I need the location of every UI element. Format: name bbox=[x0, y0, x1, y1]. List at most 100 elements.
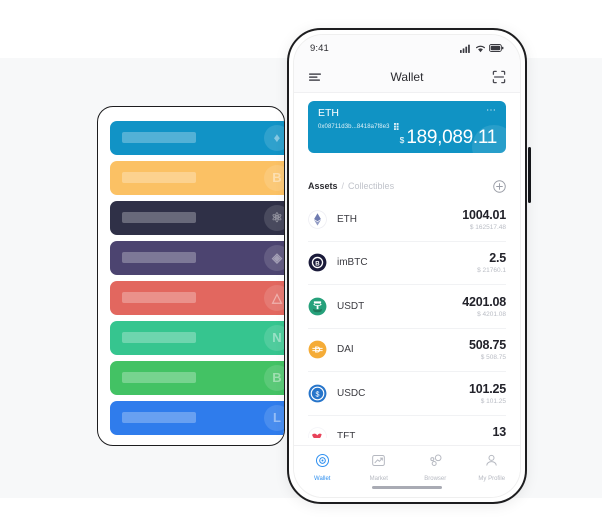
tab-wallet[interactable]: Wallet bbox=[294, 453, 351, 482]
bitcoin-logo: B bbox=[264, 165, 284, 191]
asset-list[interactable]: ETH 1004.01 $ 162517.48 BimBTC 2.5 $ 21760.1 U… bbox=[308, 198, 506, 438]
add-asset-icon[interactable] bbox=[493, 179, 506, 193]
asset-row[interactable]: BimBTC 2.5 $ 21760.1 bbox=[308, 242, 506, 285]
hamburger-menu-icon[interactable] bbox=[308, 70, 322, 84]
home-indicator bbox=[372, 485, 442, 489]
stack-card[interactable]: ◈ bbox=[110, 241, 284, 275]
card-stack-list: ♦ B ⚛ ◈ △ N B L bbox=[110, 121, 284, 441]
stack-card[interactable]: B bbox=[110, 361, 284, 395]
ethereum-logo: ♦ bbox=[264, 125, 284, 151]
wallet-icon bbox=[315, 453, 330, 473]
stack-card-placeholder-bar bbox=[122, 332, 196, 343]
assets-tabs-row: Assets / Collectibles bbox=[308, 175, 506, 197]
more-options-icon[interactable]: ⋯ bbox=[486, 106, 497, 116]
asset-row[interactable]: USDT 4201.08 $ 4201.08 bbox=[308, 285, 506, 329]
asset-symbol: DAI bbox=[337, 344, 354, 356]
asset-amount: 101.25 bbox=[468, 381, 506, 396]
browser-icon bbox=[428, 453, 443, 473]
bottom-tab-bar: Wallet Market Browser My Profile bbox=[294, 445, 520, 497]
asset-amount: 1004.01 bbox=[462, 207, 506, 222]
scan-qr-icon[interactable] bbox=[492, 70, 506, 84]
asset-values: 2.5 $ 21760.1 bbox=[477, 251, 506, 274]
wallet-balance-card[interactable]: ETH 0x08711d3b...8418a7f8e3 ⋯ $ 189,089.… bbox=[308, 101, 506, 153]
stack-card-placeholder-bar bbox=[122, 252, 196, 263]
dai-icon: D bbox=[308, 340, 327, 359]
stack-card-placeholder-bar bbox=[122, 172, 196, 183]
tab-assets[interactable]: Assets bbox=[308, 181, 338, 191]
eth-icon bbox=[308, 209, 327, 229]
page-title: Wallet bbox=[390, 69, 424, 84]
tab-browser[interactable]: Browser bbox=[407, 453, 464, 482]
stack-card[interactable]: B bbox=[110, 161, 284, 195]
asset-amount: 508.75 bbox=[468, 338, 506, 353]
tron-logo: △ bbox=[264, 285, 284, 311]
asset-fiat-value: $ 21760.1 bbox=[477, 267, 506, 275]
stack-card[interactable]: ⚛ bbox=[110, 201, 284, 235]
stack-card[interactable]: ♦ bbox=[110, 121, 284, 155]
asset-row[interactable]: D DAI 508.75$ 508.75 bbox=[308, 329, 506, 372]
phone-frame: 9:41 Wallet ETH 0x08711d3b...8418a7f8e3 … bbox=[287, 28, 531, 504]
stack-card[interactable]: N bbox=[110, 321, 284, 355]
wifi-icon bbox=[476, 45, 485, 52]
asset-amount: 2.5 bbox=[489, 251, 506, 266]
tab-collectibles[interactable]: Collectibles bbox=[348, 181, 394, 191]
signal-bars-icon bbox=[460, 44, 470, 53]
balance-amount: 189,089.11 bbox=[406, 127, 497, 148]
status-time: 9:41 bbox=[310, 42, 329, 54]
asset-symbol: imBTC bbox=[337, 257, 368, 269]
asset-values: 1004.01 $ 162517.48 bbox=[462, 208, 506, 231]
tab-label: My Profile bbox=[478, 476, 506, 482]
tab-label: Wallet bbox=[314, 476, 331, 482]
stack-card-placeholder-bar bbox=[122, 412, 196, 423]
tab-divider: / bbox=[341, 181, 345, 191]
currency-symbol: $ bbox=[399, 135, 405, 145]
usdt-icon bbox=[308, 297, 327, 316]
svg-text:$: $ bbox=[316, 390, 320, 398]
stack-card[interactable]: △ bbox=[110, 281, 284, 315]
asset-fiat-value: $ 101.25 bbox=[480, 397, 506, 405]
wallet-address-row[interactable]: 0x08711d3b...8418a7f8e3 bbox=[318, 123, 401, 130]
phone-screen: 9:41 Wallet ETH 0x08711d3b...8418a7f8e3 … bbox=[293, 34, 521, 498]
tab-label: Market bbox=[369, 476, 388, 482]
asset-values: 130 bbox=[492, 425, 506, 438]
asset-fiat-value: $ 4201.08 bbox=[477, 310, 506, 318]
cosmos-logo: ⚛ bbox=[264, 205, 284, 231]
asset-values: 4201.08 $ 4201.08 bbox=[462, 295, 506, 318]
wallet-address: 0x08711d3b...8418a7f8e3 bbox=[318, 123, 390, 130]
imbtc-icon: B bbox=[308, 253, 327, 272]
stack-card-placeholder-bar bbox=[122, 292, 196, 303]
stack-card[interactable]: L bbox=[110, 401, 284, 435]
asset-values: 101.25 $ 101.25 bbox=[469, 382, 506, 405]
eos-logo: ◈ bbox=[264, 245, 284, 271]
asset-values: 508.75 $ 508.75 bbox=[469, 338, 506, 361]
tab-label: Browser bbox=[424, 476, 447, 482]
wallet-card-name: ETH bbox=[318, 107, 339, 119]
card-stack-panel: ♦ B ⚛ ◈ △ N B L bbox=[97, 106, 285, 446]
battery-icon bbox=[489, 44, 504, 52]
profile-icon bbox=[484, 453, 499, 473]
asset-symbol: USDC bbox=[337, 387, 366, 399]
asset-symbol: USDT bbox=[337, 300, 365, 312]
asset-fiat-value: $ 162517.48 bbox=[469, 223, 506, 231]
market-icon bbox=[371, 453, 386, 473]
asset-row[interactable]: $ USDC 101.25 $ 101.25 bbox=[308, 372, 506, 416]
asset-amount: 4201.08 bbox=[462, 294, 506, 309]
asset-row[interactable]: ETH 1004.01 $ 162517.48 bbox=[308, 198, 506, 242]
asset-row[interactable]: TFT 130 bbox=[308, 416, 506, 438]
status-bar: 9:41 bbox=[294, 35, 520, 61]
nav-bar: Wallet bbox=[294, 61, 520, 93]
litecoin-logo: L bbox=[264, 405, 284, 431]
power-button[interactable] bbox=[528, 147, 531, 203]
asset-symbol: TFT bbox=[337, 431, 356, 438]
wallet-balance: $ 189,089.11 bbox=[399, 127, 498, 149]
stack-card-placeholder-bar bbox=[122, 132, 196, 143]
nas-logo: N bbox=[264, 325, 284, 351]
background-bottom bbox=[0, 498, 602, 532]
asset-fiat-value: $ 508.75 bbox=[480, 354, 506, 362]
status-icons bbox=[460, 44, 504, 53]
tab-market[interactable]: Market bbox=[351, 453, 408, 482]
asset-amount: 13 bbox=[492, 425, 506, 438]
tab-my-profile[interactable]: My Profile bbox=[464, 453, 521, 482]
bch-logo: B bbox=[264, 365, 284, 391]
asset-symbol: ETH bbox=[337, 213, 357, 225]
